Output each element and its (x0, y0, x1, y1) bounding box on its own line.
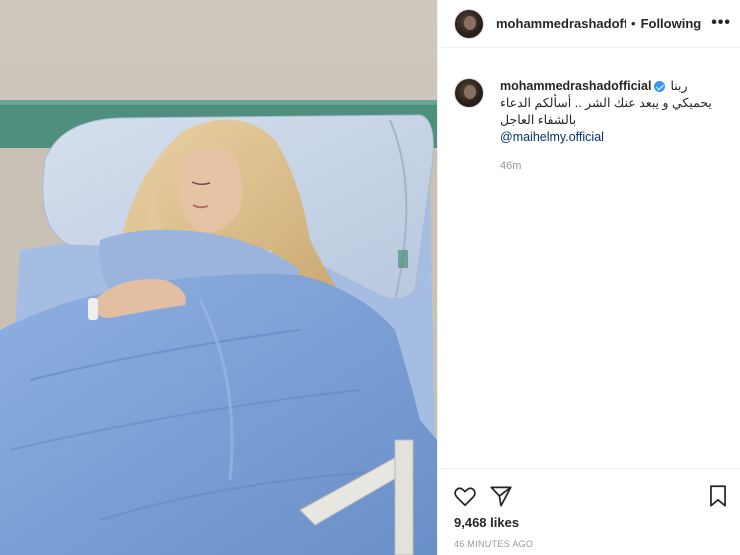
following-button[interactable]: Following (641, 16, 702, 31)
caption-text-line-3: بالشفاء العاجل (500, 113, 577, 127)
heart-outline-icon[interactable] (452, 483, 478, 509)
verified-badge-icon (654, 81, 666, 92)
header-separator: • (631, 16, 636, 31)
hospital-bed-photo (0, 0, 437, 555)
post-side-panel: mohammedrashadoffic • Following ••• moha… (437, 0, 740, 555)
posted-time: 46 MINUTES AGO (454, 539, 534, 549)
caption-first-line: mohammedrashadofficial ربنا (500, 78, 734, 95)
post-photo[interactable] (0, 0, 437, 555)
caption-author-username[interactable]: mohammedrashadofficial (500, 78, 651, 95)
more-options-icon[interactable]: ••• (711, 14, 731, 32)
instagram-post: mohammedrashadoffic • Following ••• moha… (0, 0, 740, 555)
bookmark-icon[interactable] (705, 483, 731, 509)
caption-author-avatar[interactable] (454, 78, 484, 108)
likes-count[interactable]: 9,468 likes (454, 515, 519, 530)
caption-body: mohammedrashadofficial ربنا يحميكي و يبع… (500, 78, 734, 175)
caption-text-line-2: يحميكي و يبعد عنك الشر .. أسألكم الدعاء (500, 96, 712, 110)
author-avatar[interactable] (454, 8, 484, 39)
caption-mention-link[interactable]: @maihelmy.official (500, 129, 734, 146)
post-actions: 9,468 likes 46 MINUTES AGO (438, 468, 740, 555)
caption-time-ago[interactable]: 46m (500, 158, 734, 175)
author-username[interactable]: mohammedrashadoffic (496, 16, 626, 31)
caption-text-line-1: ربنا (670, 79, 688, 93)
post-caption: mohammedrashadofficial ربنا يحميكي و يبع… (454, 78, 734, 175)
paper-plane-icon[interactable] (488, 483, 514, 509)
post-header: mohammedrashadoffic • Following ••• (438, 0, 740, 48)
